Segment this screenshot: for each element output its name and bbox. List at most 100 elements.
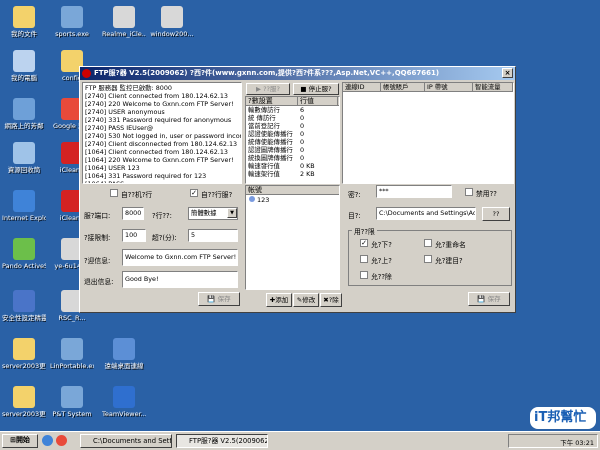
close-button[interactable]: × bbox=[502, 68, 513, 78]
stat-value: 0 bbox=[300, 130, 305, 138]
stat-name: 輸速發行值 bbox=[248, 162, 280, 170]
clock: 下午 03:21 bbox=[560, 439, 594, 447]
desktop-icon[interactable]: 遠端桌面連線 bbox=[102, 338, 146, 370]
desktop-icon[interactable]: 網路上的芳鄰 bbox=[2, 98, 46, 130]
lang-select[interactable]: 簡體數據 ▼ bbox=[188, 207, 238, 220]
permission-checkbox[interactable] bbox=[360, 271, 368, 279]
auto-run-label: 自??行服? bbox=[201, 191, 233, 199]
max-conn-input[interactable]: 100 bbox=[122, 229, 146, 242]
user-list-item[interactable]: 123 bbox=[246, 195, 339, 205]
permission-checkbox[interactable] bbox=[360, 255, 368, 263]
desktop-icon[interactable]: 安全性設定精靈 bbox=[2, 290, 46, 322]
save-settings-button[interactable]: 💾 保存 bbox=[198, 292, 240, 306]
desktop-icon[interactable]: TeamViewer... bbox=[102, 386, 146, 418]
stop-service-button[interactable]: ■ 停止服? bbox=[293, 83, 339, 95]
timeout-input[interactable]: 5 bbox=[188, 229, 238, 242]
desktop-icon-label: Pando ActiveSc... bbox=[2, 262, 46, 270]
chevron-down-icon: ▼ bbox=[227, 208, 237, 218]
log-line: [2740] 331 Password required for anonymo… bbox=[85, 116, 232, 124]
ftp-server-window: FTP服?器 V2.5(2009062) ?西?件(www.gxnn.com,提… bbox=[79, 66, 516, 313]
teamviewer-icon bbox=[113, 386, 135, 408]
client-table-header: 連線ID 帳號賬戶 IP 帶號 智能流量 bbox=[343, 83, 513, 92]
stat-value: 0 bbox=[300, 146, 305, 154]
save-user-button[interactable]: 💾 保存 bbox=[468, 292, 510, 306]
exe-icon bbox=[61, 386, 83, 408]
browse-button[interactable]: ?? bbox=[482, 207, 510, 221]
password-input[interactable]: *** bbox=[376, 185, 452, 198]
stat-value: 0 bbox=[300, 138, 305, 146]
permission-label: 允?上? bbox=[371, 257, 392, 265]
goodbye-input[interactable]: Good Bye! bbox=[122, 271, 238, 288]
exe-icon bbox=[61, 6, 83, 28]
permission-label: 允?建目? bbox=[435, 257, 463, 265]
stat-name: 輸數傳訪行 bbox=[248, 106, 280, 114]
desktop-icon-label: 安全性設定精靈 bbox=[2, 314, 46, 322]
desktop-icon[interactable]: server2003更新 bbox=[2, 338, 46, 370]
desktop-icon[interactable]: Realme_iCle... bbox=[102, 6, 146, 38]
desktop-icon[interactable]: 我的電腦 bbox=[2, 50, 46, 82]
permission-checkbox[interactable]: ✓ bbox=[360, 239, 368, 247]
auto-run-checkbox[interactable]: ✓ bbox=[190, 189, 198, 197]
user-list[interactable]: 帐號 123 bbox=[245, 185, 340, 290]
stat-name: 輸速架行值 bbox=[248, 170, 280, 178]
permission-label: 允?下? bbox=[371, 241, 392, 249]
auto-start-label: 自??机?行 bbox=[121, 191, 153, 199]
desktop-icon[interactable]: 資源回收筒 bbox=[2, 142, 46, 174]
user-list-header: 帐號 bbox=[246, 186, 339, 195]
log-line: FTP 服務器 監控已啟動: 8000 bbox=[85, 84, 172, 92]
desktop-icon[interactable]: server2003更新 bbox=[2, 386, 46, 418]
password-label: 密?: bbox=[348, 191, 361, 199]
desktop-icon[interactable]: P&T System bbox=[50, 386, 94, 418]
security-icon bbox=[13, 290, 35, 312]
stat-name: 認證圖牌傳播行 bbox=[248, 146, 293, 154]
desktop-icon[interactable]: sports.exe bbox=[50, 6, 94, 38]
start-button[interactable]: ⊞開始 bbox=[2, 434, 38, 448]
desktop-icon[interactable]: LinPortable.exe bbox=[50, 338, 94, 370]
recycle-bin-icon bbox=[13, 142, 35, 164]
delete-user-button[interactable]: ✖?除 bbox=[320, 293, 342, 307]
port-label: 服?端口: bbox=[84, 212, 111, 220]
desktop-icon[interactable]: 我的文件 bbox=[2, 6, 46, 38]
window-title: FTP服?器 V2.5(2009062) ?西?件(www.gxnn.com,提… bbox=[94, 69, 440, 77]
permission-checkbox[interactable] bbox=[424, 255, 432, 263]
chrome-icon[interactable] bbox=[56, 435, 67, 446]
stat-value: 0 KB bbox=[300, 162, 315, 170]
log-line: [2740] Client disconnected from 180.124.… bbox=[85, 140, 238, 148]
auto-start-checkbox[interactable] bbox=[110, 189, 118, 197]
log-panel[interactable]: FTP 服務器 監控已啟動: 8000 [2740] Client connect… bbox=[82, 82, 242, 184]
file-icon bbox=[161, 6, 183, 28]
permission-checkbox[interactable] bbox=[424, 239, 432, 247]
window-titlebar[interactable]: FTP服?器 V2.5(2009062) ?西?件(www.gxnn.com,提… bbox=[80, 67, 515, 80]
log-line: [1064] Client connected from 180.124.62.… bbox=[85, 148, 228, 156]
desktop-icon[interactable]: Pando ActiveSc... bbox=[2, 238, 46, 270]
desktop-icon-label: LinPortable.exe bbox=[50, 362, 94, 370]
add-user-button[interactable]: ✚添加 bbox=[266, 293, 292, 307]
edit-user-button[interactable]: ✎修改 bbox=[293, 293, 319, 307]
log-line: [2740] PASS IEUser@ bbox=[85, 124, 154, 132]
welcome-input[interactable]: Welcome to Gxnn.com FTP Server! bbox=[122, 249, 238, 266]
port-input[interactable]: 8000 bbox=[122, 207, 144, 220]
stat-name: 統傳使能傳播行 bbox=[248, 138, 293, 146]
disabled-checkbox[interactable] bbox=[465, 188, 473, 196]
desktop-icon[interactable]: Internet Explorer bbox=[2, 190, 46, 222]
stats-row: 輸速架行值 2 KB bbox=[246, 170, 339, 178]
folder-icon bbox=[13, 386, 35, 408]
taskbar-item-explorer[interactable]: C:\Documents and Setting... bbox=[80, 434, 172, 448]
stat-value: 6 bbox=[300, 106, 305, 114]
stat-value: 0 bbox=[300, 114, 305, 122]
system-tray: 下午 03:21 bbox=[508, 434, 598, 448]
log-line: [1064] USER 123 bbox=[85, 164, 140, 172]
client-table[interactable]: 連線ID 帳號賬戶 IP 帶號 智能流量 bbox=[342, 82, 514, 184]
desktop-icon[interactable]: window200... bbox=[150, 6, 194, 38]
ie-icon bbox=[13, 190, 35, 212]
dir-input[interactable]: C:\Documents and Settings\Admin bbox=[376, 207, 476, 220]
stats-row: 統傳使能傳播行 0 bbox=[246, 138, 339, 146]
taskbar-item-ftp-server[interactable]: FTP服?器 V2.5(2009062... bbox=[176, 434, 268, 448]
start-service-button[interactable]: ▶ ??服? bbox=[246, 83, 290, 95]
exe-icon bbox=[61, 338, 83, 360]
ie-icon[interactable] bbox=[42, 435, 53, 446]
app-icon bbox=[82, 69, 91, 78]
stat-name: 認證使能傳播行 bbox=[248, 130, 293, 138]
stats-row: 輸數傳訪行 6 bbox=[246, 106, 339, 114]
desktop-icon-label: 網路上的芳鄰 bbox=[4, 122, 44, 130]
